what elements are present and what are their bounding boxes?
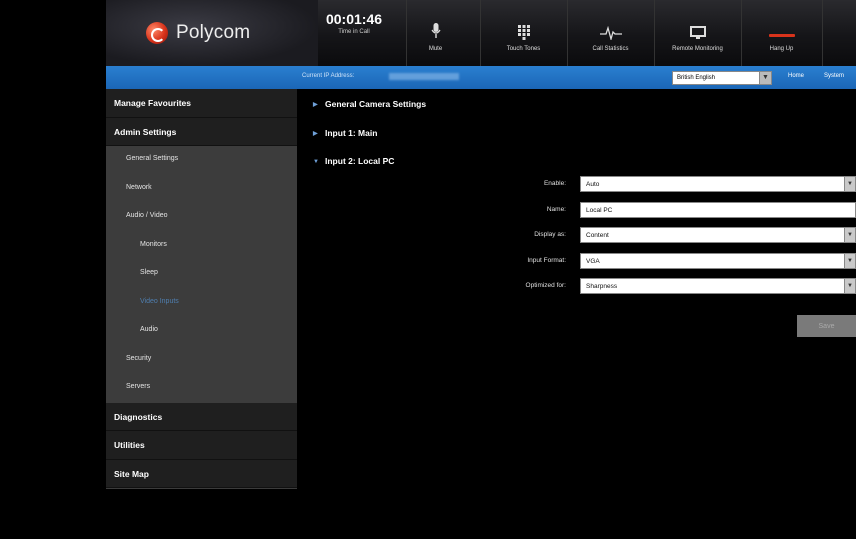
polycom-logo[interactable]: Polycom	[106, 0, 318, 66]
home-link[interactable]: Home	[788, 73, 804, 79]
enable-value: Auto	[586, 181, 600, 188]
field-row-optimized-for: Optimized for: Sharpness ▼	[297, 278, 856, 294]
chevron-down-icon: ▼	[844, 177, 855, 191]
enable-select[interactable]: Auto ▼	[580, 176, 856, 192]
microphone-icon	[407, 0, 464, 40]
input-format-select[interactable]: VGA ▼	[580, 253, 856, 269]
sidebar: Manage Favourites Admin Settings General…	[106, 89, 297, 489]
call-timer-value: 00:01:46	[325, 11, 383, 27]
display-as-select[interactable]: Content ▼	[580, 227, 856, 243]
touch-tones-label: Touch Tones	[506, 46, 541, 52]
section-general-camera-settings[interactable]: ▶ General Camera Settings	[313, 99, 426, 109]
keypad-icon	[481, 0, 566, 40]
sidebar-item-diagnostics[interactable]: Diagnostics	[106, 402, 297, 431]
sidebar-item-security[interactable]: Security	[106, 346, 297, 375]
hang-up-button[interactable]: Hang Up	[741, 0, 821, 66]
field-row-enable: Enable: Auto ▼	[297, 176, 856, 192]
section-label: General Camera Settings	[325, 99, 427, 109]
section-label: Input 1: Main	[325, 128, 378, 138]
section-input-1-main[interactable]: ▶ Input 1: Main	[313, 128, 377, 138]
sidebar-item-general-settings[interactable]: General Settings	[106, 146, 297, 175]
field-row-input-format: Input Format: VGA ▼	[297, 253, 856, 269]
display-as-label: Display as:	[534, 231, 566, 238]
header-divider	[822, 0, 856, 66]
sidebar-item-manage-favourites[interactable]: Manage Favourites	[106, 89, 297, 118]
address-bar: Current IP Address: British English ▼ Ho…	[106, 66, 856, 89]
mute-button[interactable]: Mute	[406, 0, 464, 66]
sidebar-item-admin-settings[interactable]: Admin Settings	[106, 117, 297, 146]
field-row-display-as: Display as: Content ▼	[297, 227, 856, 243]
sidebar-item-monitors[interactable]: Monitors	[106, 232, 297, 261]
optimized-for-select[interactable]: Sharpness ▼	[580, 278, 856, 294]
collapse-arrow-icon: ▼	[313, 159, 319, 165]
call-timer-label: Time in Call	[338, 29, 370, 35]
ip-address-value-redacted	[389, 73, 459, 80]
mute-label: Mute	[428, 46, 443, 52]
sidebar-item-site-map[interactable]: Site Map	[106, 459, 297, 488]
hang-up-label: Hang Up	[769, 46, 794, 52]
chevron-down-icon: ▼	[759, 72, 771, 84]
sidebar-item-network[interactable]: Network	[106, 175, 297, 204]
sidebar-item-audio-video[interactable]: Audio / Video	[106, 203, 297, 232]
enable-label: Enable:	[543, 180, 566, 187]
call-statistics-button[interactable]: Call Statistics	[567, 0, 653, 66]
language-select[interactable]: British English ▼	[672, 71, 772, 85]
call-timer: 00:01:46 Time in Call	[324, 11, 384, 35]
main-content: ▶ General Camera Settings ▶ Input 1: Main …	[297, 89, 856, 539]
expand-arrow-icon: ▶	[313, 131, 318, 137]
expand-arrow-icon: ▶	[313, 102, 318, 108]
sidebar-item-sleep[interactable]: Sleep	[106, 260, 297, 289]
remote-monitoring-label: Remote Monitoring	[672, 46, 723, 52]
optimized-for-label: Optimized for:	[525, 282, 566, 289]
hang-up-icon	[742, 0, 821, 40]
name-value: Local PC	[586, 207, 613, 214]
top-header: Polycom 00:01:46 Time in Call Mute Touch…	[106, 0, 856, 66]
call-statistics-label: Call Statistics	[592, 46, 629, 52]
optimized-for-value: Sharpness	[586, 283, 618, 290]
brand-name: Polycom	[176, 22, 251, 43]
remote-monitoring-button[interactable]: Remote Monitoring	[654, 0, 740, 66]
polycom-logo-icon	[146, 22, 168, 44]
chevron-down-icon: ▼	[844, 279, 855, 293]
field-row-name: Name: Local PC	[297, 202, 856, 218]
system-link[interactable]: System	[824, 73, 844, 79]
input-format-label: Input Format:	[527, 257, 566, 264]
language-value: British English	[677, 75, 716, 81]
touch-tones-button[interactable]: Touch Tones	[480, 0, 566, 66]
polycom-web-app: Polycom 00:01:46 Time in Call Mute Touch…	[106, 0, 856, 539]
ip-address-label: Current IP Address:	[302, 73, 355, 79]
name-label: Name:	[546, 206, 566, 213]
save-button[interactable]: Save	[797, 315, 856, 337]
section-label: Input 2: Local PC	[325, 156, 395, 166]
chevron-down-icon: ▼	[844, 228, 855, 242]
section-input-2-local-pc[interactable]: ▼ Input 2: Local PC	[313, 156, 394, 166]
chevron-down-icon: ▼	[844, 254, 855, 268]
name-input[interactable]: Local PC	[580, 202, 856, 218]
sidebar-item-servers[interactable]: Servers	[106, 374, 297, 403]
display-as-value: Content	[586, 232, 609, 239]
sidebar-item-utilities[interactable]: Utilities	[106, 431, 297, 460]
input-format-value: VGA	[586, 258, 600, 265]
statistics-icon	[568, 0, 653, 40]
sidebar-item-video-inputs[interactable]: Video Inputs	[106, 289, 297, 318]
sidebar-item-audio[interactable]: Audio	[106, 317, 297, 346]
monitor-icon	[655, 0, 740, 40]
